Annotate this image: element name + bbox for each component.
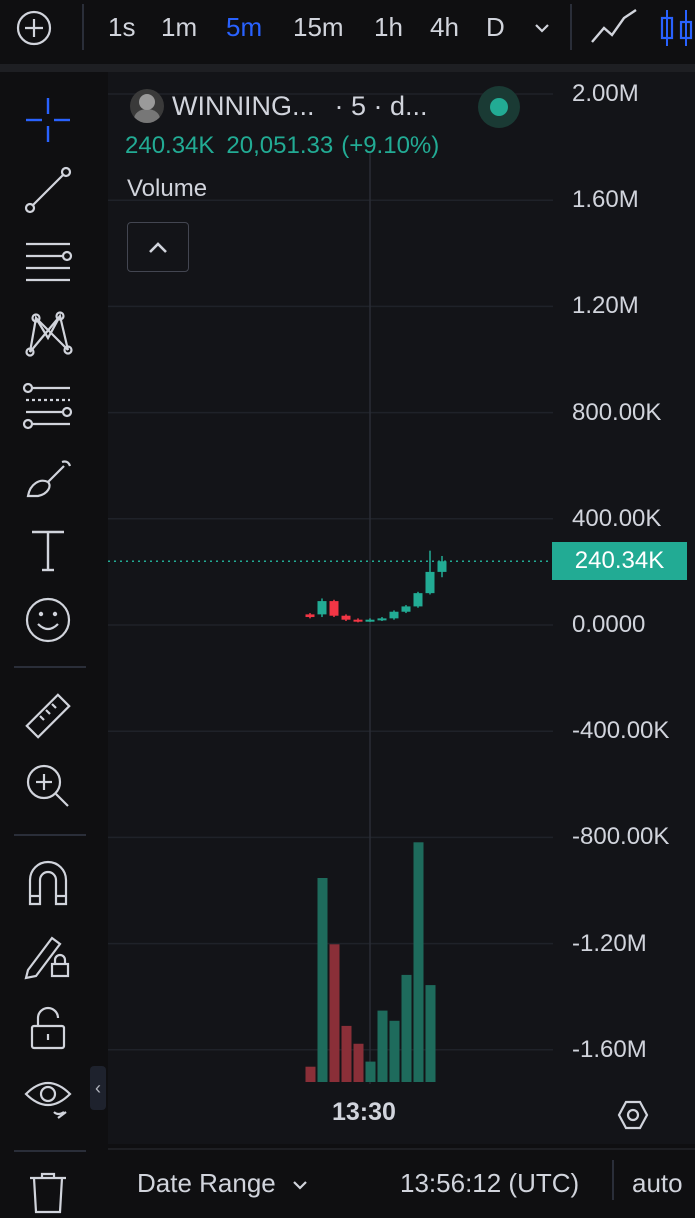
volume-bar [317, 878, 328, 1082]
timeframe-5m[interactable]: 5m [226, 12, 262, 43]
eye-icon[interactable] [22, 1072, 74, 1124]
time-axis[interactable] [108, 1084, 695, 1144]
utc-clock[interactable]: 13:56:12 (UTC) [400, 1168, 579, 1199]
emoji-icon[interactable] [22, 594, 74, 646]
timeframe-1s[interactable]: 1s [108, 12, 135, 43]
magnet-icon[interactable] [22, 858, 74, 910]
candles-icon[interactable] [658, 8, 695, 48]
candle-body [341, 615, 351, 620]
volume-bar [329, 944, 340, 1082]
auto-scale-toggle[interactable]: auto [632, 1168, 683, 1199]
price-axis-tick: -800.00K [572, 823, 670, 851]
unlock-icon[interactable] [22, 1002, 74, 1054]
candle-body [413, 593, 423, 607]
divider [14, 834, 86, 836]
timeframe-4h[interactable]: 4h [430, 12, 459, 43]
legend-change-percent: (+9.10%) [341, 132, 440, 159]
symbol-name: WINNING... [172, 90, 315, 121]
candle-body [365, 619, 375, 622]
drawing-toolbar [0, 72, 100, 1214]
chevron-up-icon [149, 242, 167, 253]
volume-bar [425, 985, 436, 1082]
timeframe-d[interactable]: D [486, 12, 505, 43]
price-axis-tick: -1.20M [572, 929, 647, 957]
chevron-down-icon[interactable] [530, 16, 554, 40]
volume-bar [377, 1010, 388, 1082]
line-chart-icon[interactable] [590, 8, 638, 48]
price-axis-tick: 400.00K [572, 504, 662, 532]
toolbar-divider [0, 64, 695, 72]
volume-bar [353, 1043, 364, 1082]
time-axis-label: 13:30 [332, 1098, 396, 1126]
settings-icon[interactable] [616, 1098, 650, 1132]
candle-body [329, 601, 339, 616]
candle-body [425, 571, 435, 594]
timeframe-1h[interactable]: 1h [374, 12, 403, 43]
timeframe-1m[interactable]: 1m [161, 12, 197, 43]
candle-body [317, 601, 327, 615]
volume-bar [413, 842, 424, 1082]
candle-body [353, 619, 363, 622]
timeframe-15m[interactable]: 15m [293, 12, 344, 43]
divider [14, 1150, 86, 1152]
volume-bar [365, 1061, 376, 1082]
legend-values: 240.34K 20,051.33 (+9.10%) [125, 132, 451, 160]
fib-icon[interactable] [22, 380, 74, 432]
lock-drawing-icon[interactable] [22, 930, 74, 982]
market-status-indicator[interactable] [478, 86, 520, 128]
price-axis-tick: -400.00K [572, 717, 670, 745]
candle-body [377, 618, 387, 621]
crosshair-icon[interactable] [22, 94, 74, 146]
price-axis-tick: 1.20M [572, 292, 639, 320]
volume-bar [305, 1066, 316, 1082]
divider [82, 4, 84, 50]
volume-indicator-label[interactable]: Volume [127, 175, 207, 203]
divider [14, 666, 86, 668]
price-axis-tick: 2.00M [572, 80, 639, 107]
trend-line-icon[interactable] [22, 164, 74, 216]
chevron-down-icon [293, 1181, 307, 1190]
last-price-label: 240.34K [552, 542, 687, 580]
ruler-icon[interactable] [22, 690, 74, 742]
symbol-legend[interactable]: WINNING... · 5 · d... [130, 88, 428, 124]
pattern-icon[interactable] [22, 308, 74, 360]
divider [612, 1160, 614, 1200]
date-range-button[interactable]: Date Range [137, 1168, 309, 1199]
add-icon[interactable] [16, 10, 52, 46]
date-range-label: Date Range [137, 1168, 276, 1198]
symbol-avatar [130, 89, 164, 123]
divider [570, 4, 572, 50]
trash-icon[interactable] [22, 1166, 74, 1218]
legend-change: 20,051.33 [226, 132, 334, 159]
horizontal-lines-icon[interactable] [22, 236, 74, 288]
volume-bar [401, 974, 412, 1082]
volume-bar [341, 1025, 352, 1082]
price-axis-tick: -1.60M [572, 1035, 647, 1063]
collapse-toolbar-button[interactable]: ‹ [90, 1066, 106, 1110]
candle-body [401, 606, 411, 612]
volume-bar [389, 1020, 400, 1082]
collapse-legend-button[interactable] [127, 222, 189, 272]
candle-body [305, 614, 315, 618]
candle-body [437, 561, 447, 572]
candle-body [389, 611, 399, 619]
legend-last-value: 240.34K [125, 132, 215, 159]
price-axis-tick: 800.00K [572, 398, 662, 426]
text-icon[interactable] [22, 524, 74, 576]
status-dot-icon [490, 98, 508, 116]
symbol-interval: · 5 · d... [334, 90, 428, 121]
zoom-in-icon[interactable] [22, 760, 74, 812]
price-axis-tick: 0.0000 [572, 611, 646, 638]
brush-icon[interactable] [22, 452, 74, 504]
top-toolbar: 1s 1m 5m 15m 1h 4h D [0, 0, 695, 56]
price-axis-tick: 1.60M [572, 186, 639, 214]
